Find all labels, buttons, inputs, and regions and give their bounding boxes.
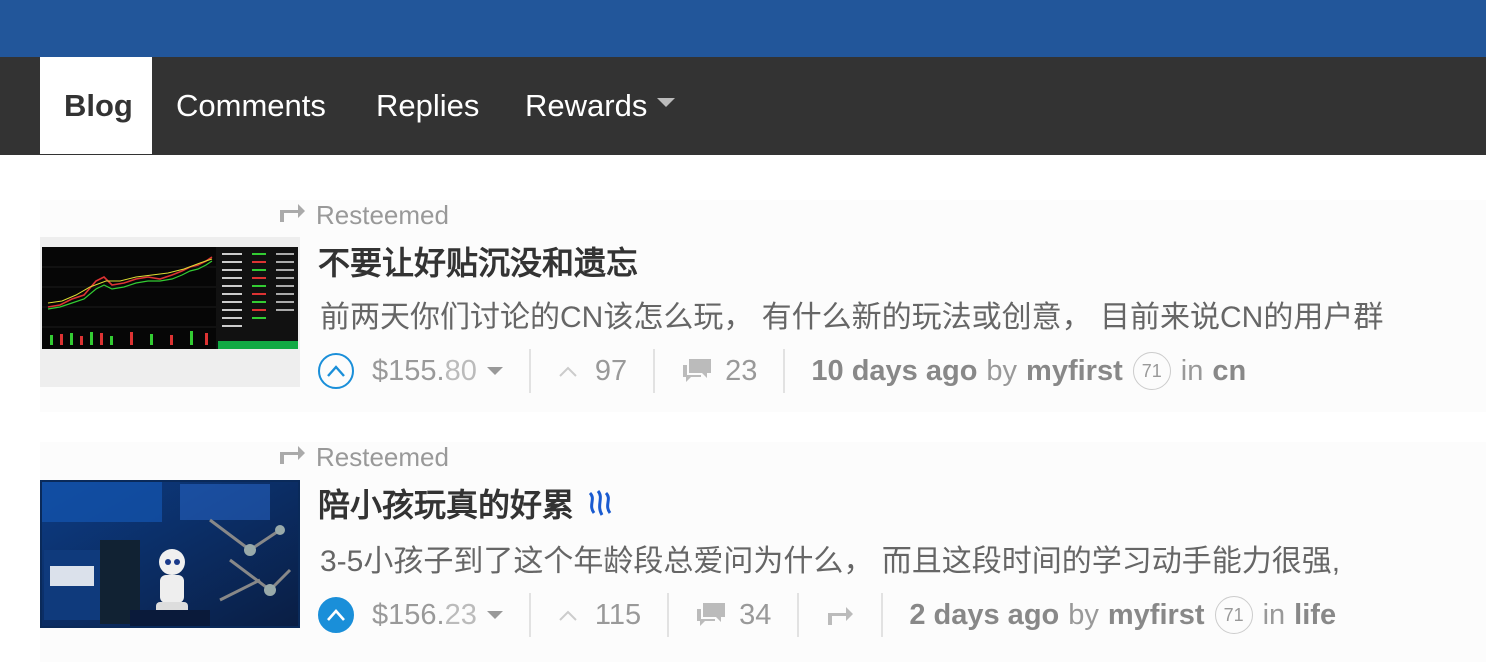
chevron-down-icon: [486, 611, 503, 619]
tab-comments-label: Comments: [176, 88, 326, 123]
votes-count[interactable]: 97: [557, 355, 627, 388]
upvote-button[interactable]: [318, 597, 354, 633]
post-item: Resteemed 陪小孩玩真的好累 3-5小孩子到了这个年龄段总爱问为什么， …: [40, 442, 1486, 662]
chevron-down-icon: [657, 98, 676, 108]
post-time[interactable]: 2 days ago: [909, 599, 1059, 632]
tab-blog-label: Blog: [64, 88, 133, 123]
chevron-down-icon: [486, 367, 503, 375]
in-label: in: [1262, 598, 1286, 631]
resteem-button[interactable]: [825, 603, 855, 627]
tab-comments[interactable]: Comments: [152, 57, 350, 155]
resteemed-indicator: Resteemed: [278, 442, 449, 472]
post-summary[interactable]: 前两天你们讨论的CN该怎么玩， 有什么新的玩法或创意， 目前来说CN的用户群: [320, 292, 1383, 336]
post-thumbnail[interactable]: [40, 480, 300, 628]
steem-logo-icon: [588, 490, 612, 516]
divider: [528, 593, 531, 637]
comments-icon: [697, 603, 726, 626]
resteem-icon: [278, 442, 306, 473]
post-title-text: 陪小孩玩真的好累: [318, 487, 575, 523]
divider: [783, 349, 786, 393]
category-link[interactable]: cn: [1212, 355, 1246, 388]
divider: [653, 349, 656, 393]
by-label: by: [1068, 598, 1099, 631]
comments-icon: [683, 359, 712, 382]
user-tab-bar: Blog Comments Replies Rewards: [0, 57, 1486, 155]
comments-value: 23: [725, 354, 758, 387]
post-summary[interactable]: 3-5小孩子到了这个年龄段总爱问为什么， 而且这段时间的学习动手能力很强,: [320, 536, 1340, 580]
divider: [797, 593, 800, 637]
resteem-icon: [278, 200, 306, 231]
tab-rewards[interactable]: Rewards: [501, 57, 699, 155]
payout-cents: 23: [444, 598, 477, 631]
author-link[interactable]: myfirst: [1108, 599, 1205, 632]
tab-blog[interactable]: Blog: [40, 57, 152, 154]
comments-count[interactable]: 23: [681, 355, 757, 388]
payout-dollars: $155.: [372, 354, 445, 387]
reputation-badge: 71: [1132, 352, 1171, 390]
chevron-up-icon: [327, 365, 345, 377]
resteemed-indicator: Resteemed: [278, 200, 449, 230]
tab-replies[interactable]: Replies: [352, 57, 503, 155]
category-link[interactable]: life: [1294, 599, 1336, 632]
by-label: by: [986, 354, 1018, 387]
in-label: in: [1180, 354, 1204, 387]
post-time[interactable]: 10 days ago: [811, 355, 977, 388]
resteemed-label: Resteemed: [316, 441, 449, 472]
post-item: Resteemed 不要让好贴沉没和遗忘 前两天你们讨论的CN该怎么玩， 有什么…: [40, 200, 1486, 412]
top-header-bar: [0, 0, 1486, 57]
post-footer: $156. 23 115 34 2 days ago by myfirst 71 …: [318, 593, 1336, 637]
votes-value: 97: [594, 354, 628, 387]
resteem-icon: [828, 607, 854, 625]
votes-value: 115: [594, 598, 642, 631]
post-thumbnail[interactable]: [40, 237, 300, 387]
payout-dollars: $156.: [372, 598, 445, 631]
tab-rewards-label: Rewards: [525, 88, 648, 123]
divider: [667, 593, 670, 637]
payout-value[interactable]: $156. 23: [372, 599, 503, 632]
post-title[interactable]: 陪小孩玩真的好累: [318, 480, 616, 526]
tab-replies-label: Replies: [376, 88, 480, 123]
divider: [881, 593, 884, 637]
reputation-badge: 71: [1214, 596, 1253, 634]
chevron-up-icon: [327, 609, 345, 621]
payout-cents: 80: [444, 354, 477, 387]
post-meta: 2 days ago by myfirst 71 in life: [909, 596, 1336, 634]
chevron-up-icon: [559, 610, 577, 621]
author-link[interactable]: myfirst: [1026, 355, 1123, 388]
payout-value[interactable]: $155. 80: [372, 355, 503, 388]
votes-count[interactable]: 115: [557, 599, 641, 632]
chevron-up-icon: [559, 366, 577, 377]
upvote-button[interactable]: [318, 353, 354, 389]
post-meta: 10 days ago by myfirst 71 in cn: [811, 352, 1246, 390]
resteemed-label: Resteemed: [316, 199, 449, 230]
post-footer: $155. 80 97 23 10 days ago by myfirst 71 …: [318, 349, 1246, 393]
comments-value: 34: [739, 598, 772, 631]
post-title[interactable]: 不要让好贴沉没和遗忘: [318, 238, 638, 284]
divider: [528, 349, 531, 393]
comments-count[interactable]: 34: [695, 599, 771, 632]
